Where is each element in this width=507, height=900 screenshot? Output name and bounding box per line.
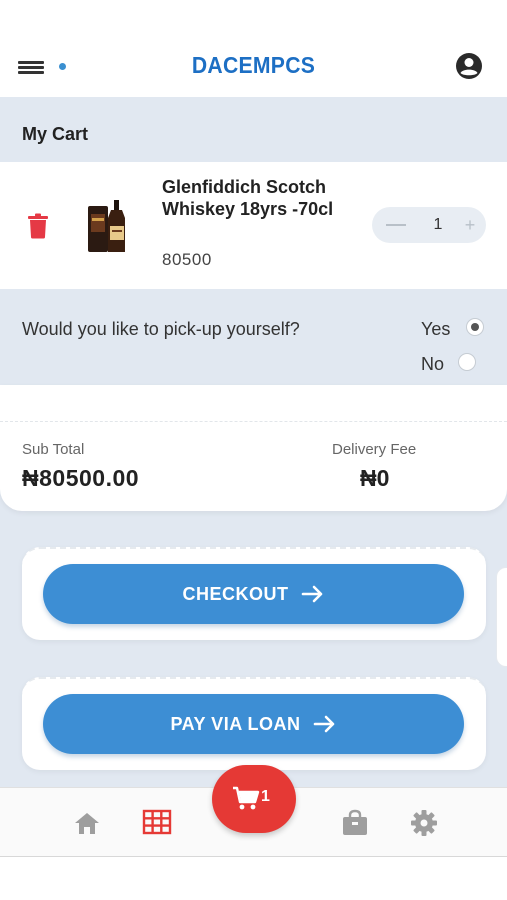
product-price: 80500 — [162, 250, 212, 269]
trash-icon[interactable] — [27, 213, 49, 239]
pickup-no-radio[interactable] — [458, 353, 476, 371]
pay-via-loan-button[interactable]: PAY VIA LOAN — [43, 694, 464, 754]
arrow-right-icon — [301, 585, 322, 603]
pickup-yes-radio[interactable] — [466, 318, 484, 336]
pickup-option-no-label: No — [421, 354, 445, 374]
shopping-bag-icon[interactable] — [340, 808, 370, 838]
product-image — [86, 200, 132, 254]
delivery-fee-label: Delivery Fee — [332, 441, 417, 458]
cart-page: My Cart Glenfiddich Scotch Whiskey 18yrs… — [0, 97, 507, 787]
subtotal-label: Sub Total — [22, 441, 85, 458]
cart-fab-button[interactable]: 1 — [212, 765, 296, 833]
checkout-label: CHECKOUT — [182, 583, 289, 604]
grid-icon[interactable] — [142, 808, 172, 838]
settings-icon[interactable] — [409, 808, 439, 838]
checkout-card: CHECKOUT — [22, 547, 486, 640]
top-app-bar: DACEMPCS — [0, 35, 507, 97]
product-name[interactable]: Glenfiddich Scotch Whiskey 18yrs -70cl — [162, 176, 372, 220]
pay-via-loan-label: PAY VIA LOAN — [170, 713, 301, 734]
cart-item: Glenfiddich Scotch Whiskey 18yrs -70cl 8… — [0, 162, 507, 289]
pay-via-loan-card: PAY VIA LOAN — [22, 677, 486, 770]
side-card-edge — [496, 567, 507, 667]
quantity-value: 1 — [433, 216, 443, 233]
plus-button[interactable]: + — [460, 215, 480, 235]
checkout-button[interactable]: CHECKOUT — [43, 564, 464, 624]
app-root: DACEMPCS My Cart Glenfiddich Scotch Whis… — [0, 0, 507, 900]
section-title: My Cart — [22, 124, 89, 144]
cart-count-badge: 1 — [261, 788, 270, 805]
pickup-question: Would you like to pick-up yourself? — [22, 319, 300, 339]
card-top — [0, 385, 507, 421]
arrow-right-icon — [313, 715, 334, 733]
account-circle-icon[interactable] — [455, 52, 483, 80]
quantity-stepper: 1 + — [372, 207, 486, 243]
divider — [0, 421, 507, 422]
delivery-fee-value: ₦0 — [360, 465, 390, 491]
pickup-option-yes-label: Yes — [421, 319, 451, 339]
home-icon[interactable] — [72, 808, 102, 838]
app-title: DACEMPCS — [191, 52, 316, 78]
subtotal-value: ₦80500.00 — [22, 465, 140, 491]
totals-card: Sub Total ₦80500.00 Delivery Fee ₦0 — [0, 385, 507, 511]
minus-icon[interactable] — [384, 214, 410, 236]
cart-icon — [233, 786, 260, 810]
